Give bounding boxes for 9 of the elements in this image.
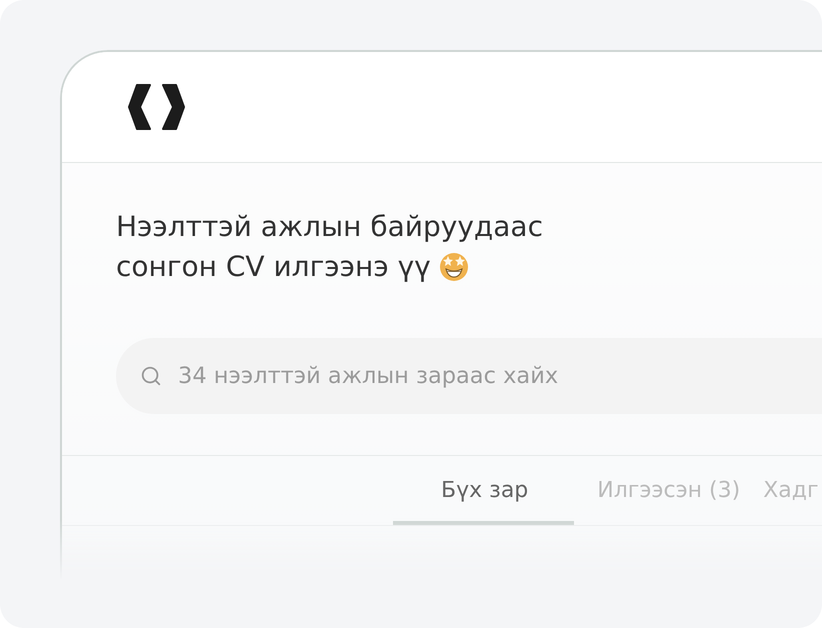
tab[interactable]: Бүх зар [393,456,574,525]
tab[interactable]: Илгээсэн (3) [586,456,740,525]
logo-icon [128,84,185,130]
tab[interactable]: Хадг [752,456,819,525]
search-icon [140,365,162,387]
search-field[interactable]: 34 нээлттэй ажлын зараас хайх [116,338,822,414]
page-heading: Нээлттэй ажлын байруудаас [116,209,543,245]
star-eyes-face-icon [438,252,469,282]
page-heading: сонгон CV илгээнэ үү [116,249,431,285]
